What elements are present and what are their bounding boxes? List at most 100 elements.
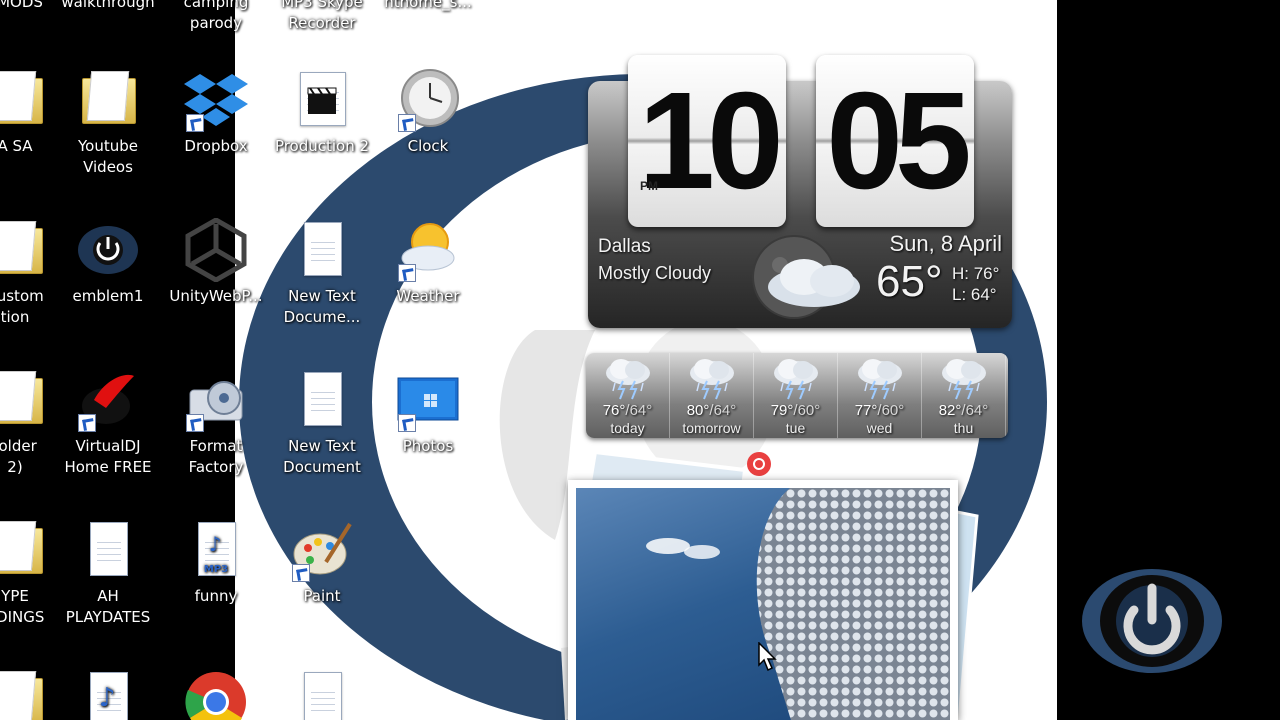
icon-label: funny [194,587,238,605]
forecast-temps: 82°/64° [922,402,1005,419]
thunderstorm-icon [939,357,989,401]
forecast-temps: 79°/60° [754,402,837,419]
thunderstorm-icon [855,357,905,401]
icon-folder-partial[interactable]: folder 2) [0,368,65,478]
clock-minutes: 05 [826,64,972,218]
forecast-high: 82° [938,402,962,419]
forecast-high: 77° [854,402,878,419]
icon-label: Custom tion [0,287,44,326]
mp3-file-icon: ♪ MP3 [184,518,248,582]
mouse-cursor-icon [758,641,778,676]
icon-chrome[interactable] [166,668,266,720]
icon-label: Photos [402,437,454,455]
icon-format-factory[interactable]: Format Factory [166,368,266,478]
icon-unitywebplayer[interactable]: UnityWebP... [166,217,266,307]
photos-icon [396,368,460,432]
forecast-low: /64° [625,402,653,419]
icon-walkthrough-partial[interactable]: walkthrough [58,0,158,13]
icon-label: emblem1 [72,287,144,305]
svg-text:♪: ♪ [209,532,222,556]
text-document-icon [290,218,354,282]
shortcut-arrow-icon [398,414,416,432]
slideshow-photo[interactable] [568,480,958,720]
forecast-day: 79°/60° tue [754,353,838,438]
clapperboard-icon [290,68,354,132]
shortcut-arrow-icon [186,414,204,432]
icon-bottom-folder-partial[interactable] [0,668,65,720]
text-document-icon [290,668,354,720]
icon-sa-partial[interactable]: A SA [0,68,65,157]
icon-funny[interactable]: ♪ MP3 funny [166,518,266,607]
power-emblem-icon [76,218,140,282]
forecast-day-name: tue [785,420,806,436]
icon-mp3-skype-recorder[interactable]: MP3 Skype Recorder [272,0,372,34]
icon-virtualdj[interactable]: VirtualDJ Home FREE [58,368,158,478]
svg-text:♪: ♪ [99,683,116,713]
forecast-temps: 80°/64° [670,402,753,419]
temperature-low: L: 64° [952,285,997,304]
forecast-day-name: tomorrow [682,420,741,436]
icon-emblem1[interactable]: emblem1 [58,218,158,307]
shortcut-arrow-icon [398,264,416,282]
forecast-high: 76° [602,402,626,419]
weather-condition: Mostly Cloudy [598,263,712,283]
icon-new-text-document-1[interactable]: New Text Docume... [272,218,372,328]
icon-paint[interactable]: Paint [272,518,372,607]
forecast-temps: 76°/64° [586,402,669,419]
icon-label: Paint [303,587,341,605]
clock-ampm: PM [640,179,658,193]
icon-new-text-document-2[interactable]: New Text Document [272,368,372,478]
virtualdj-icon [76,368,140,432]
forecast-high: 79° [770,402,794,419]
clock-icon [396,68,460,132]
icon-label: A SA [0,137,33,155]
icon-skype-recordings-partial[interactable]: YPE RDINGS [0,518,65,628]
icon-label: New Text Document [283,437,361,476]
forecast-low: /60° [877,402,905,419]
icon-youtube-videos[interactable]: Youtube Videos [58,68,158,178]
icon-ah-playdates[interactable]: AH PLAYDATES [58,518,158,628]
forecast-day-name: today [610,420,645,436]
icon-label: AH PLAYDATES [65,587,151,626]
dropbox-icon [184,68,248,132]
icon-label: Production 2 [274,137,370,155]
icon-label: folder 2) [0,437,37,476]
icon-label: Clock [407,137,449,155]
temperature-high: H: 76° [952,264,1000,283]
icon-dropbox[interactable]: Dropbox [166,68,266,157]
clock-weather-gadget[interactable]: 10 PM 05 Dallas Mostly Cloudy Sun, 8 Apr… [588,55,1012,330]
icon-label: MP3 Skype Recorder [281,0,363,32]
icon-camping-parody[interactable]: camping parody [166,0,266,34]
weather-date: Sun, 8 April [889,231,1002,256]
forecast-day-name: thu [953,420,974,436]
current-temperature: 65° [876,257,943,306]
icon-label: VirtualDJ Home FREE [64,437,152,476]
forecast-day: 82°/64° thu [922,353,1006,438]
icon-label: Dropbox [184,137,248,155]
icon-clock[interactable]: Clock [378,68,478,157]
folder-icon [0,368,47,432]
thunderstorm-icon [687,357,737,401]
weather-icon [396,218,460,282]
paint-palette-icon [290,518,354,582]
folder-icon [0,68,47,132]
desktop-screen: MODS walkthrough camping parody MP3 Skyp… [0,0,1280,720]
icon-nthome-partial[interactable]: nthome_s... [378,0,478,13]
slideshow-gadget[interactable] [545,448,980,720]
icon-photos[interactable]: Photos [378,368,478,457]
icon-weather[interactable]: Weather [378,218,478,307]
forecast-day: 77°/60° wed [838,353,922,438]
icon-production-2[interactable]: Production 2 [272,68,372,157]
icon-bottom-music[interactable]: ♪ [58,668,158,720]
cloudy-moon-icon [748,227,878,327]
close-icon[interactable] [745,450,773,478]
icon-label: nthome_s... [384,0,472,11]
icon-label: Youtube Videos [78,137,138,176]
icon-custom-partial[interactable]: Custom tion [0,218,65,328]
icon-bottom-text[interactable] [272,668,372,720]
forecast-strip[interactable]: 76°/64° today 80°/64° tomorrow 79°/60° tue 77°… [586,353,1008,438]
thunderstorm-icon [771,357,821,401]
shortcut-arrow-icon [78,414,96,432]
folder-icon [0,668,47,720]
forecast-day: 80°/64° tomorrow [670,353,754,438]
